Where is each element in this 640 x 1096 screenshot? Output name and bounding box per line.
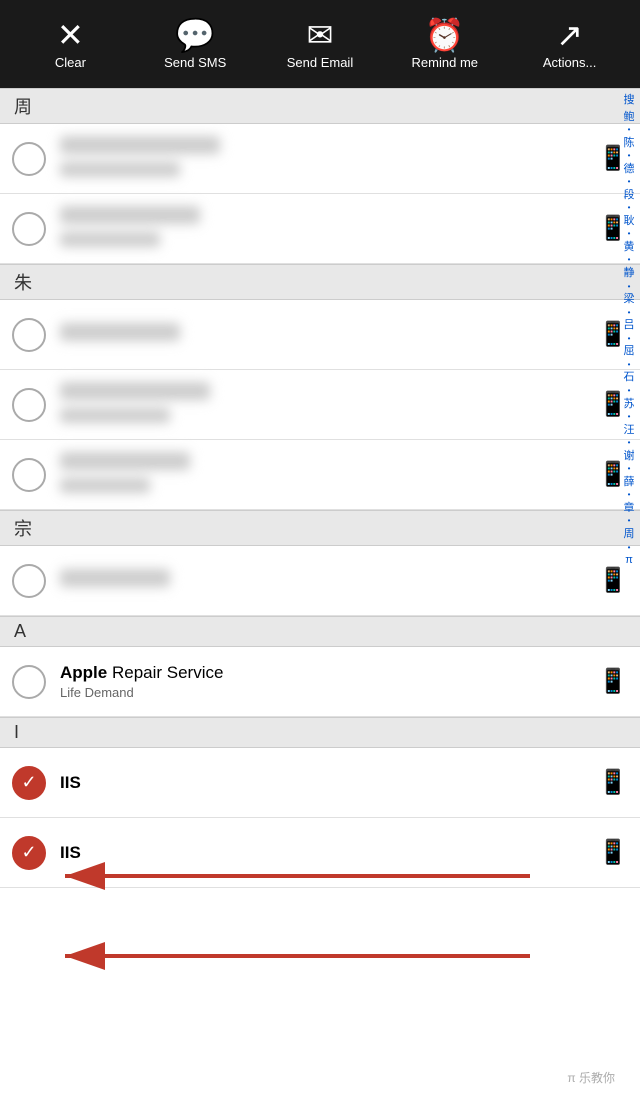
contact-checkbox[interactable]: [12, 564, 46, 598]
contact-checkbox[interactable]: ✓: [12, 836, 46, 870]
contact-info: [60, 382, 588, 428]
index-item[interactable]: •: [628, 490, 631, 500]
contact-row[interactable]: 📱: [0, 300, 640, 370]
index-item[interactable]: 静: [624, 265, 635, 282]
index-item[interactable]: π: [625, 552, 633, 569]
contact-row[interactable]: 📱: [0, 370, 640, 440]
section-header-zhu: 朱: [0, 264, 640, 300]
index-item[interactable]: 章: [624, 500, 635, 517]
watermark: π 乐教你: [567, 1069, 615, 1086]
index-item[interactable]: 黄: [624, 239, 635, 256]
index-item[interactable]: 陈: [624, 135, 635, 152]
index-item[interactable]: •: [628, 308, 631, 318]
index-item[interactable]: 段: [624, 187, 635, 204]
contact-info: [60, 206, 588, 252]
contact-name: IIS: [60, 843, 588, 863]
contact-list: 周 📱 📱 朱 📱 📱: [0, 88, 640, 1096]
contact-info: [60, 452, 588, 498]
contact-name: IIS: [60, 773, 588, 793]
contact-checkbox[interactable]: [12, 142, 46, 176]
contact-checkbox[interactable]: [12, 388, 46, 422]
remind-me-button[interactable]: ⏰ Remind me: [395, 19, 495, 70]
contact-info: Apple Repair Service Life Demand: [60, 663, 588, 700]
actions-label: Actions...: [543, 55, 596, 70]
index-item[interactable]: •: [628, 203, 631, 213]
index-item[interactable]: 吕: [624, 317, 635, 334]
email-icon: ✉: [307, 19, 334, 51]
contact-row[interactable]: ✓ IIS 📱: [0, 818, 640, 888]
contact-checkbox[interactable]: [12, 212, 46, 246]
contact-checkbox[interactable]: [12, 665, 46, 699]
contact-checkbox[interactable]: [12, 458, 46, 492]
email-label: Send Email: [287, 55, 353, 70]
section-header-a: A: [0, 616, 640, 647]
remind-icon: ⏰: [425, 19, 465, 51]
index-item[interactable]: 梁: [624, 291, 635, 308]
index-sidebar: 搜鲍•陈•德•段•耿•黄•静•梁•吕•屈•石•苏•汪•谢•薛•章•周•π: [618, 88, 640, 1096]
index-item[interactable]: •: [628, 386, 631, 396]
index-item[interactable]: 石: [624, 369, 635, 386]
index-item[interactable]: 苏: [624, 396, 635, 413]
remind-label: Remind me: [412, 55, 478, 70]
section-header-zhou: 周: [0, 88, 640, 124]
index-item[interactable]: •: [628, 334, 631, 344]
contact-row[interactable]: 📱: [0, 546, 640, 616]
contact-name: Apple Repair Service: [60, 663, 588, 683]
index-item[interactable]: •: [628, 151, 631, 161]
index-item[interactable]: •: [628, 360, 631, 370]
index-item[interactable]: 汪: [624, 422, 635, 439]
contact-info: IIS: [60, 773, 588, 793]
contact-info: [60, 569, 588, 592]
index-item[interactable]: •: [628, 177, 631, 187]
index-item[interactable]: •: [628, 255, 631, 265]
index-item[interactable]: 谢: [624, 448, 635, 465]
contact-row[interactable]: 📱: [0, 194, 640, 264]
contact-subtitle: Life Demand: [60, 685, 588, 700]
clear-button[interactable]: ✕ Clear: [20, 19, 120, 70]
index-item[interactable]: 搜: [624, 92, 635, 109]
index-item[interactable]: •: [628, 516, 631, 526]
index-item[interactable]: 屈: [624, 343, 635, 360]
contact-info: [60, 136, 588, 182]
send-sms-button[interactable]: 💬 Send SMS: [145, 19, 245, 70]
actions-button[interactable]: ↗ Actions...: [520, 19, 620, 70]
contact-checkbox[interactable]: ✓: [12, 766, 46, 800]
index-item[interactable]: •: [628, 438, 631, 448]
index-item[interactable]: •: [628, 412, 631, 422]
section-header-i: I: [0, 717, 640, 748]
sms-icon: 💬: [175, 19, 215, 51]
send-email-button[interactable]: ✉ Send Email: [270, 19, 370, 70]
contact-row[interactable]: Apple Repair Service Life Demand 📱: [0, 647, 640, 717]
index-item[interactable]: •: [628, 543, 631, 553]
index-item[interactable]: 薛: [624, 474, 635, 491]
index-item[interactable]: •: [628, 464, 631, 474]
contact-row[interactable]: ✓ IIS 📱: [0, 748, 640, 818]
contact-row[interactable]: 📱: [0, 440, 640, 510]
index-item[interactable]: 耿: [624, 213, 635, 230]
index-item[interactable]: 德: [624, 161, 635, 178]
actions-icon: ↗: [556, 19, 583, 51]
clear-icon: ✕: [57, 19, 84, 51]
contact-row[interactable]: 📱: [0, 124, 640, 194]
index-item[interactable]: 周: [624, 526, 635, 543]
contact-info: IIS: [60, 843, 588, 863]
index-item[interactable]: •: [628, 229, 631, 239]
clear-label: Clear: [55, 55, 86, 70]
sms-label: Send SMS: [164, 55, 226, 70]
toolbar: ✕ Clear 💬 Send SMS ✉ Send Email ⏰ Remind…: [0, 0, 640, 88]
contact-info: [60, 323, 588, 346]
index-item[interactable]: •: [628, 125, 631, 135]
index-item[interactable]: 鲍: [624, 109, 635, 126]
section-header-zong: 宗: [0, 510, 640, 546]
index-item[interactable]: •: [628, 282, 631, 292]
contact-checkbox[interactable]: [12, 318, 46, 352]
